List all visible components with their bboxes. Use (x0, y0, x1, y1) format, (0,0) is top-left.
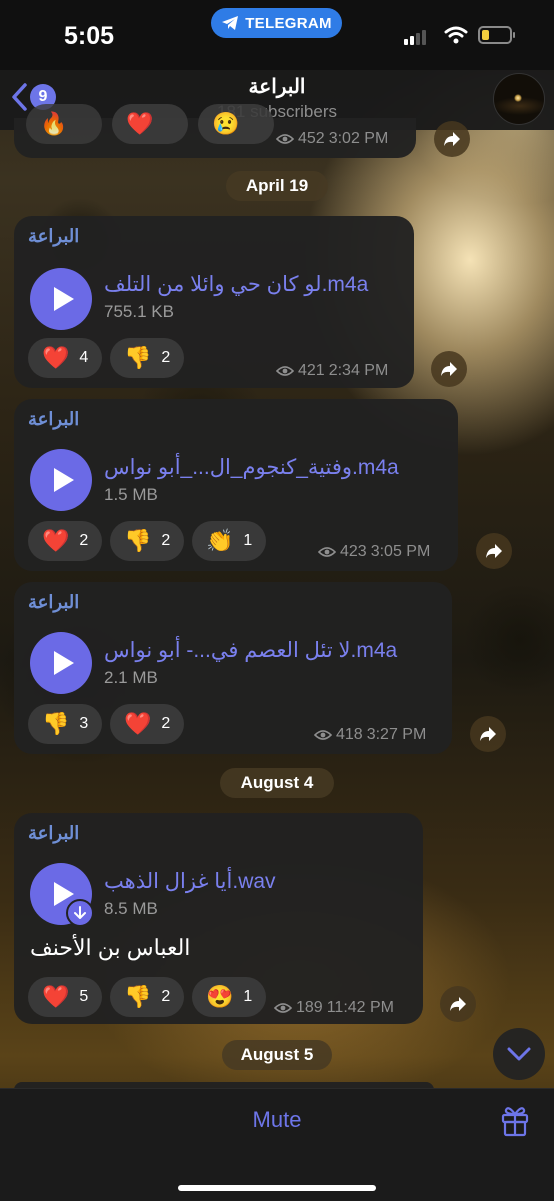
download-button[interactable] (66, 899, 94, 927)
eye-icon (276, 366, 294, 376)
view-count: 452 (298, 130, 325, 147)
reaction-chip[interactable]: 🔥 (26, 104, 102, 144)
message-time: 3:27 PM (366, 726, 427, 743)
message-bubble[interactable]: البراعة لا تئل العصم في...- أبو نواس.m4a… (14, 582, 452, 754)
date-separator: August 4 (220, 768, 334, 798)
date-separator: April 19 (226, 171, 328, 201)
chevron-down-icon (507, 1047, 531, 1061)
reaction-thumbs-down[interactable]: 👎 2 (110, 977, 185, 1017)
reaction-thumbs-down[interactable]: 👎 3 (28, 704, 103, 744)
message-meta: 189 11:42 PM (274, 999, 394, 1017)
message-meta: 418 3:27 PM (314, 726, 426, 744)
download-arrow-icon (74, 906, 86, 919)
reaction-chip[interactable]: ❤️ (112, 104, 188, 144)
message-meta: 421 2:34 PM (276, 362, 388, 380)
eye-icon (314, 730, 332, 740)
scroll-to-bottom-button[interactable] (493, 1028, 545, 1080)
eye-icon (318, 547, 336, 557)
message-bubble[interactable]: البراعة وفتية_كنجوم_ال..._أبو نواس.m4a 1… (14, 399, 458, 571)
message-sender[interactable]: البراعة (28, 823, 79, 844)
reaction-heart[interactable]: ❤️ 5 (28, 977, 103, 1017)
play-button[interactable] (30, 268, 92, 330)
share-arrow-icon (441, 362, 457, 376)
message-time: 3:05 PM (370, 543, 431, 560)
audio-file-size: 2.1 MB (104, 668, 158, 687)
share-button[interactable] (440, 986, 476, 1022)
play-button[interactable] (30, 449, 92, 511)
mute-button[interactable]: Mute (0, 1107, 554, 1133)
share-arrow-icon (486, 544, 502, 558)
audio-file-size: 755.1 KB (104, 302, 174, 321)
audio-file-name[interactable]: وفتية_كنجوم_ال..._أبو نواس.m4a (104, 455, 399, 480)
share-button[interactable] (476, 533, 512, 569)
date-separator: August 5 (222, 1040, 332, 1070)
audio-file-name[interactable]: لو كان حي وائلا من التلف.m4a (104, 272, 368, 297)
telegram-pill-label: TELEGRAM (245, 14, 332, 32)
reaction-clap[interactable]: 👏 1 (192, 521, 267, 561)
message-caption: العباس بن الأحنف (30, 935, 191, 960)
reaction-heart[interactable]: ❤️ 4 (28, 338, 103, 378)
cellular-signal-icon (404, 30, 426, 45)
message-time: 2:34 PM (328, 362, 389, 379)
message-bubble[interactable]: البراعة أيا غزال الذهب.wav 8.5 MB العباس… (14, 813, 423, 1024)
gift-icon (501, 1107, 529, 1137)
view-count: 423 (340, 543, 367, 560)
eye-icon (276, 134, 294, 144)
status-bar: 5:05 TELEGRAM (0, 0, 554, 70)
play-button[interactable] (30, 632, 92, 694)
audio-file-name[interactable]: أيا غزال الذهب.wav (104, 869, 276, 894)
view-count: 418 (336, 726, 363, 743)
telegram-app-pill[interactable]: TELEGRAM (211, 8, 342, 38)
message-sender[interactable]: البراعة (28, 226, 79, 247)
message-time: 3:02 PM (328, 130, 389, 147)
view-count: 189 (296, 999, 323, 1016)
telegram-plane-icon (222, 16, 239, 30)
view-count: 421 (298, 362, 325, 379)
eye-icon (274, 1003, 292, 1013)
message-time: 11:42 PM (326, 999, 394, 1016)
message-meta: 452 3:02 PM (276, 130, 388, 148)
gift-button[interactable] (500, 1103, 530, 1142)
audio-file-name[interactable]: لا تئل العصم في...- أبو نواس.m4a (104, 638, 397, 663)
reaction-thumbs-down[interactable]: 👎 2 (110, 338, 185, 378)
message-bubble[interactable]: 🔥 ❤️ 😢 452 3:02 PM (14, 104, 416, 158)
share-arrow-icon (480, 727, 496, 741)
channel-avatar[interactable] (493, 73, 545, 125)
share-arrow-icon (444, 132, 460, 146)
reaction-heart-eyes[interactable]: 😍 1 (192, 977, 267, 1017)
battery-icon (478, 26, 515, 44)
status-time: 5:05 (64, 22, 115, 50)
audio-file-size: 1.5 MB (104, 485, 158, 504)
reaction-thumbs-down[interactable]: 👎 2 (110, 521, 185, 561)
message-meta: 423 3:05 PM (318, 543, 430, 561)
audio-file-size: 8.5 MB (104, 899, 158, 918)
channel-title[interactable]: البراعة (0, 74, 554, 99)
wifi-icon (444, 26, 468, 44)
share-button[interactable] (470, 716, 506, 752)
reaction-heart[interactable]: ❤️ 2 (110, 704, 185, 744)
share-button[interactable] (431, 351, 467, 387)
message-sender[interactable]: البراعة (28, 592, 79, 613)
reaction-heart[interactable]: ❤️ 2 (28, 521, 103, 561)
share-button[interactable] (434, 121, 470, 157)
message-bubble[interactable]: البراعة لو كان حي وائلا من التلف.m4a 755… (14, 216, 414, 388)
bottom-bar: Mute (0, 1088, 554, 1201)
share-arrow-icon (450, 997, 466, 1011)
home-indicator (178, 1185, 376, 1191)
message-sender[interactable]: البراعة (28, 409, 79, 430)
reaction-chip[interactable]: 😢 (198, 104, 274, 144)
